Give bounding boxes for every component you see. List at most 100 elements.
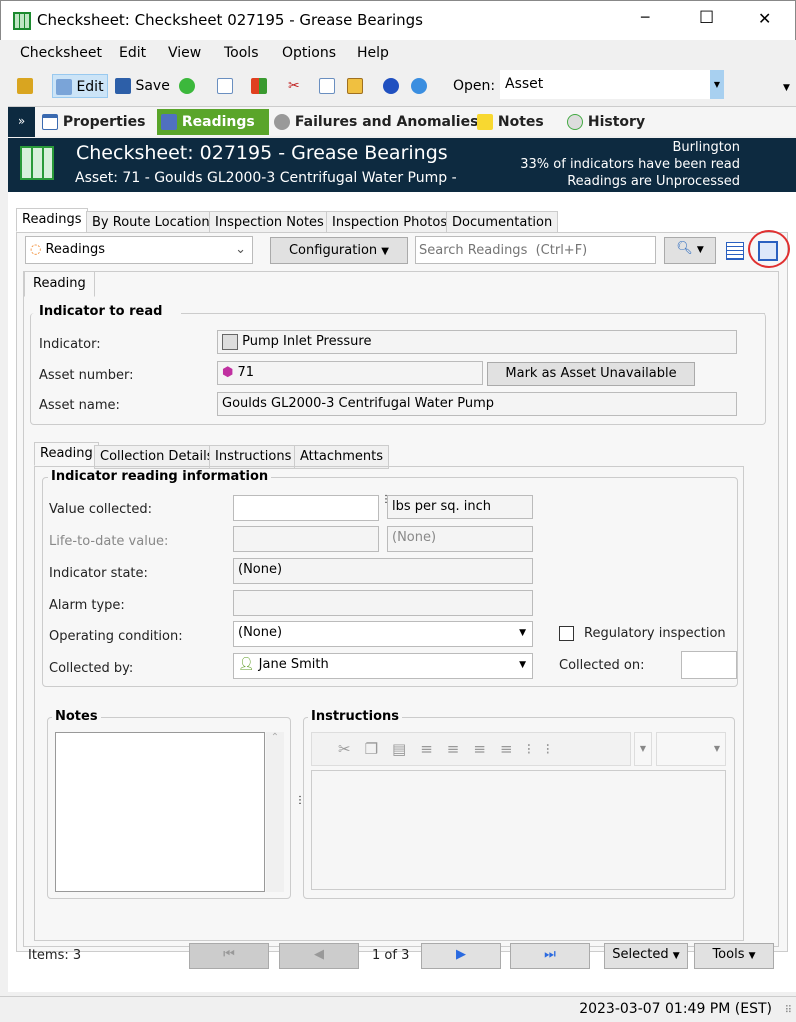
search-readings-input[interactable] [415,236,656,264]
group-top-border [181,313,765,314]
nav-failures-label: Failures and Anomalies [294,114,479,130]
operating-condition-value: (None) [238,625,283,640]
alarm-type-label: Alarm type: [49,598,125,613]
nav-history[interactable]: History [563,109,649,135]
instructions-editor[interactable] [311,770,726,890]
resize-grip-icon[interactable]: ⠿ [785,1005,792,1016]
cut-button[interactable]: ✂ [285,74,303,98]
nav-failures[interactable]: Failures and Anomalies [270,109,482,135]
font-select[interactable]: ▼ [656,732,726,766]
tab-content: ◌ Readings ⌄ Configuration ▼ 🔍︎ ▼ Reading… [16,230,790,952]
first-record-button[interactable]: ⏮ [189,943,269,969]
copy-icon[interactable]: ❐ [365,740,392,758]
regulatory-checkbox[interactable] [559,626,574,641]
indicator-field: Pump Inlet Pressure [217,330,737,354]
gear-error-icon [274,114,290,130]
toolbar: Edit Save ✂ Open: Asset ▼ ▼ [0,68,796,104]
user-icon: 👤︎ [238,657,255,672]
align-right-icon[interactable]: ≡ [473,740,500,758]
notes-textarea[interactable] [55,732,265,892]
indicator-group-title: Indicator to read [36,304,166,319]
open-select-value: Asset [505,76,544,92]
bullet-list-icon[interactable]: ⁝ [527,740,546,758]
nav-properties[interactable]: Properties [38,109,149,135]
nav-readings[interactable]: Readings [157,109,269,135]
menu-help[interactable]: Help [357,45,389,61]
justify-icon[interactable]: ≡ [500,740,527,758]
new-document-button[interactable] [214,74,236,98]
chevron-down-icon: ⌄ [235,242,246,257]
alarm-type-field [233,590,533,616]
selected-dropdown[interactable]: Selected ▼ [604,943,688,969]
paste-button[interactable] [344,74,366,98]
last-record-button[interactable]: ⏭ [510,943,590,969]
cut-icon[interactable]: ✂ [338,740,365,758]
dropdown-arrow-icon: ▼ [696,245,704,255]
open-select[interactable]: Asset ▼ [500,70,724,99]
align-center-icon[interactable]: ≡ [447,740,474,758]
search-button[interactable]: 🔍︎ ▼ [664,237,716,264]
tools-dropdown[interactable]: Tools ▼ [694,943,774,969]
menu-edit[interactable]: Edit [119,45,146,61]
mark-asset-unavailable-button[interactable]: Mark as Asset Unavailable [487,362,695,386]
configuration-button[interactable]: Configuration ▼ [270,237,408,264]
ltd-unit-field: (None) [387,526,533,552]
regulatory-label: Regulatory inspection [584,626,726,641]
menu-tools[interactable]: Tools [224,45,259,61]
previous-record-button[interactable]: ◀ [279,943,359,969]
windows-button[interactable] [248,74,270,98]
checksheet-app-icon [13,12,31,30]
minimize-button[interactable]: ─ [641,10,649,26]
indicator-value: Pump Inlet Pressure [242,334,372,349]
menu-checksheet[interactable]: Checksheet [20,45,102,61]
header-progress: 33% of indicators have been read [520,157,740,172]
numbered-list-icon[interactable]: ⁝ [545,740,564,758]
back-button[interactable] [14,74,36,98]
nav-history-label: History [587,114,646,130]
selected-label: Selected [612,947,669,962]
toolbar-overflow-icon[interactable]: ▼ [783,83,790,93]
collected-on-input[interactable] [681,651,737,679]
reading-info-group: Indicator reading information Value coll… [42,469,738,687]
header-title: Checksheet: 027195 - Grease Bearings [76,142,448,164]
asset-number-value: 71 [237,365,255,380]
collapse-nav-button[interactable]: » [8,107,35,137]
toolbar-options-button[interactable]: ▼ [634,732,652,766]
value-collected-input[interactable] [233,495,379,521]
help-icon [383,78,399,94]
asset-cube-icon: ⬢ [222,365,234,380]
close-button[interactable]: ✕ [758,9,771,28]
refresh-button[interactable] [176,74,198,98]
subtab-reading[interactable]: Reading [34,442,99,466]
menu-view[interactable]: View [168,45,201,61]
next-record-button[interactable]: ▶ [421,943,501,969]
inner-tab-reading[interactable]: Reading [24,271,95,297]
operating-condition-select[interactable]: (None) ▼ [233,621,533,647]
info-button[interactable] [408,74,430,98]
align-left-icon[interactable]: ≡ [420,740,447,758]
readings-view-select[interactable]: ◌ Readings ⌄ [25,236,253,264]
collected-by-select[interactable]: 👤︎ Jane Smith ▼ [233,653,533,679]
menu-options[interactable]: Options [282,45,336,61]
scissors-icon: ✂ [288,78,300,94]
notes-scrollbar[interactable]: ⌃ [266,732,284,892]
edit-icon [56,79,72,95]
indicator-label: Indicator: [39,337,101,352]
tab-readings[interactable]: Readings [16,208,88,232]
indicator-state-field: (None) [233,558,533,584]
edit-button[interactable]: Edit [52,74,108,98]
collected-on-label: Collected on: [559,658,645,673]
list-view-button[interactable] [726,242,744,260]
paste-icon[interactable]: ▤ [392,740,420,758]
maximize-button[interactable]: ☐ [699,8,714,28]
configuration-label: Configuration [288,243,378,258]
asset-name-field: Goulds GL2000-3 Centrifugal Water Pump [217,392,737,416]
save-icon [115,78,131,94]
folder-up-icon [17,78,33,94]
copy-button[interactable] [316,74,338,98]
help-button[interactable] [380,74,402,98]
nav-notes[interactable]: Notes [473,109,548,135]
subtab-content: Indicator reading information Value coll… [34,466,744,941]
save-button[interactable]: Save [112,74,173,98]
gauge-icon [222,333,238,350]
